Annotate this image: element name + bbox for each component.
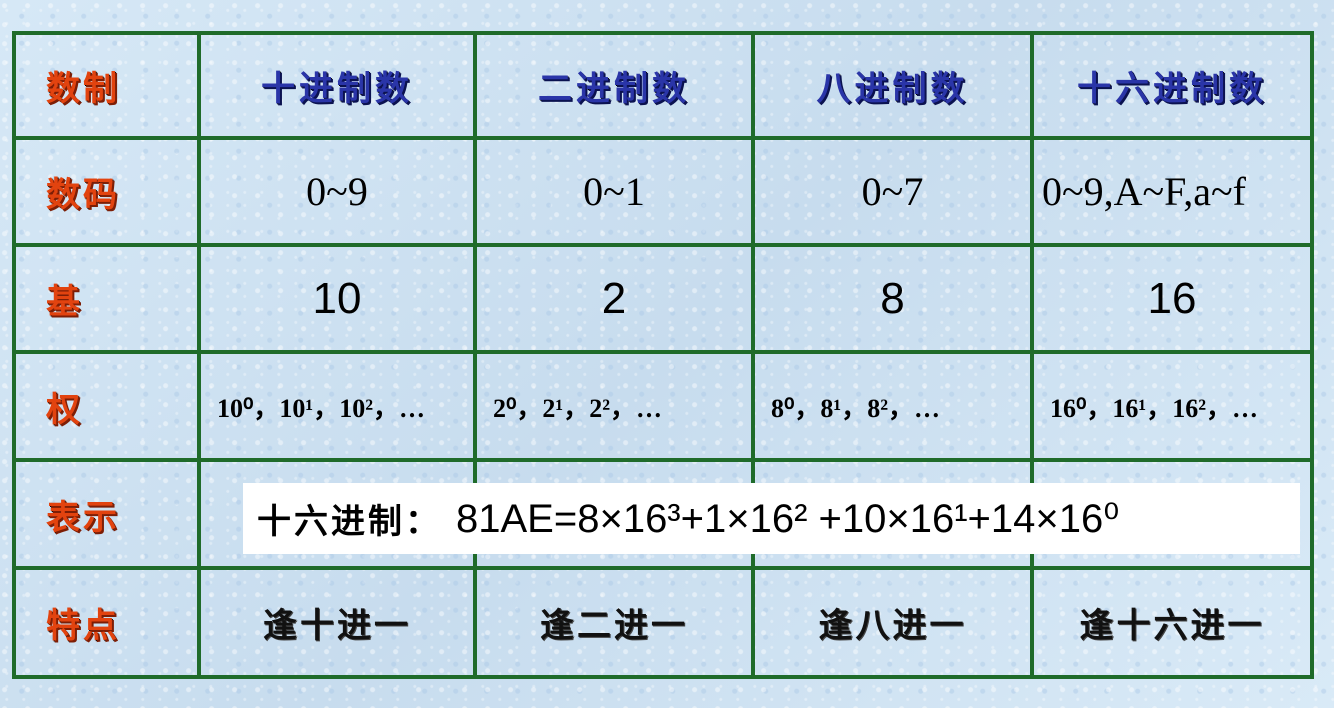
weight-binary: 2⁰，2¹，2²，… [473, 350, 755, 462]
number-system-table: 数制 十进制数 二进制数 八进制数 十六进制数 数码 0~9 0~1 0~7 0… [12, 31, 1314, 679]
corner-header: 数制 [12, 31, 201, 140]
weight-hex: 16⁰，16¹，16²，… [1030, 350, 1314, 462]
digits-row: 数码 0~9 0~1 0~7 0~9,A~F,a~f [12, 136, 1314, 247]
base-binary: 2 [473, 243, 755, 354]
hex-example-formula: 81AE=8×16³+1×16² +10×16¹+14×16⁰ [456, 496, 1120, 541]
digits-octal: 0~7 [751, 136, 1034, 247]
col-header-octal: 八进制数 [751, 31, 1034, 140]
row-header-base: 基 [12, 243, 201, 354]
row-header-feature: 特点 [12, 566, 201, 679]
feature-row: 特点 逢十进一 逢二进一 逢八进一 逢十六进一 [12, 566, 1314, 679]
col-header-decimal: 十进制数 [197, 31, 477, 140]
col-header-hex: 十六进制数 [1030, 31, 1314, 140]
col-header-binary: 二进制数 [473, 31, 755, 140]
hex-example-box: 十六进制： 81AE=8×16³+1×16² +10×16¹+14×16⁰ [243, 483, 1300, 554]
base-row: 基 10 2 8 16 [12, 243, 1314, 354]
weight-decimal: 10⁰，10¹，10²，… [197, 350, 477, 462]
base-octal: 8 [751, 243, 1034, 354]
row-header-weight: 权 [12, 350, 201, 462]
feature-binary: 逢二进一 [473, 566, 755, 679]
feature-decimal: 逢十进一 [197, 566, 477, 679]
row-header-representation: 表示 [12, 458, 201, 570]
digits-binary: 0~1 [473, 136, 755, 247]
feature-hex: 逢十六进一 [1030, 566, 1314, 679]
base-hex: 16 [1030, 243, 1314, 354]
weight-octal: 8⁰，8¹，8²，… [751, 350, 1034, 462]
hex-example-label: 十六进制： [257, 502, 442, 542]
digits-hex: 0~9,A~F,a~f [1030, 136, 1314, 247]
base-decimal: 10 [197, 243, 477, 354]
row-header-digits: 数码 [12, 136, 201, 247]
header-row: 数制 十进制数 二进制数 八进制数 十六进制数 [12, 31, 1314, 140]
feature-octal: 逢八进一 [751, 566, 1034, 679]
digits-decimal: 0~9 [197, 136, 477, 247]
weight-row: 权 10⁰，10¹，10²，… 2⁰，2¹，2²，… 8⁰，8¹，8²，… 16… [12, 350, 1314, 462]
